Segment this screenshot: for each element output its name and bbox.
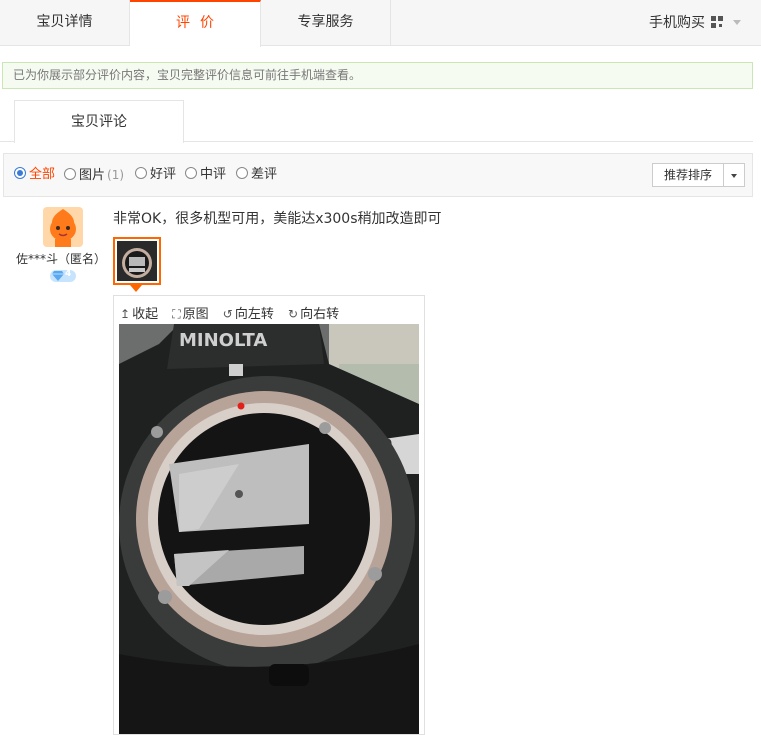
sort-button[interactable]: 推荐排序 [652, 163, 724, 187]
detail-tab-bar: 宝贝详情 评价 专享服务 手机购买 [0, 0, 761, 47]
radio-icon [236, 167, 248, 179]
review-text: 非常OK，很多机型可用，美能达x300s稍加改造即可 [113, 211, 442, 227]
member-level-badge: 4 [50, 269, 76, 282]
mobile-buy-label: 手机购买 [649, 15, 705, 31]
original-label: 原图 [182, 307, 209, 322]
camera-photo: MINOLTA 300 [119, 324, 419, 734]
avatar [43, 207, 83, 247]
partial-reviews-notice: 已为你展示部分评价内容，宝贝完整评价信息可前往手机端查看。 [2, 62, 753, 89]
tab-reviews[interactable]: 评价 [130, 0, 261, 47]
review-photo-thumbnail[interactable] [113, 237, 161, 285]
thumbnail-image [117, 241, 157, 281]
review-subtabs: 宝贝评论 [0, 100, 753, 143]
filter-label: 图片 [79, 168, 106, 183]
review-filter-bar: 全部 图片 (1) 好评 中评 差评 推荐排序 [3, 153, 753, 197]
collapse-label: 收起 [132, 307, 159, 322]
rotate-left-label: 向左转 [234, 307, 274, 322]
rotate-right-icon: ↻ [288, 307, 299, 321]
filter-label: 中评 [200, 167, 227, 182]
filter-count: (1) [107, 168, 125, 182]
mobile-buy-button[interactable]: 手机购买 [649, 0, 741, 46]
photo-viewer: ↥收起 ⛶原图 ↺向左转 ↻向右转 MINOLTA 300 [113, 295, 425, 735]
review-photo: MINOLTA 300 [119, 324, 419, 734]
tab-item-details[interactable]: 宝贝详情 [0, 0, 130, 46]
filter-neutral[interactable]: 中评 [185, 167, 226, 183]
original-image-button[interactable]: ⛶ 原图 [172, 303, 208, 322]
filter-label: 差评 [251, 167, 278, 182]
filter-all[interactable]: 全部 [14, 167, 55, 183]
radio-icon [185, 167, 197, 179]
thumbnail-pointer [130, 285, 142, 292]
expand-icon: ⛶ [172, 307, 181, 321]
avatar-image [43, 207, 83, 247]
radio-icon [64, 168, 76, 180]
chevron-down-icon [733, 20, 741, 25]
radio-icon [135, 167, 147, 179]
member-level: 4 [65, 269, 72, 279]
filter-label: 全部 [29, 167, 56, 182]
qr-code-icon [711, 16, 723, 28]
rotate-right-label: 向右转 [300, 307, 340, 322]
rotate-left-button[interactable]: ↺ 向左转 [223, 303, 274, 322]
filter-label: 好评 [150, 167, 177, 182]
filter-pictures[interactable]: 图片 (1) [64, 167, 124, 184]
reviewer-name: 佐***斗（匿名） [16, 252, 107, 266]
photo-toolbar: ↥ 收起 ⛶ 原图 ↺ 向左转 ↻ 向右转 [120, 303, 349, 322]
filter-negative[interactable]: 差评 [236, 167, 277, 183]
tab-services[interactable]: 专享服务 [261, 0, 391, 46]
collapse-button[interactable]: ↥ 收起 [120, 303, 158, 322]
rotate-right-button[interactable]: ↻ 向右转 [288, 303, 339, 322]
arrow-up-icon: ↥ [120, 307, 131, 321]
tab-item-reviews[interactable]: 宝贝评论 [14, 100, 184, 143]
filter-positive[interactable]: 好评 [135, 167, 176, 183]
sort-dropdown-toggle[interactable] [723, 163, 745, 187]
camera-brand-text: MINOLTA [179, 330, 267, 351]
radio-icon [14, 167, 26, 179]
diamond-icon [52, 271, 64, 281]
rotate-left-icon: ↺ [222, 307, 233, 321]
